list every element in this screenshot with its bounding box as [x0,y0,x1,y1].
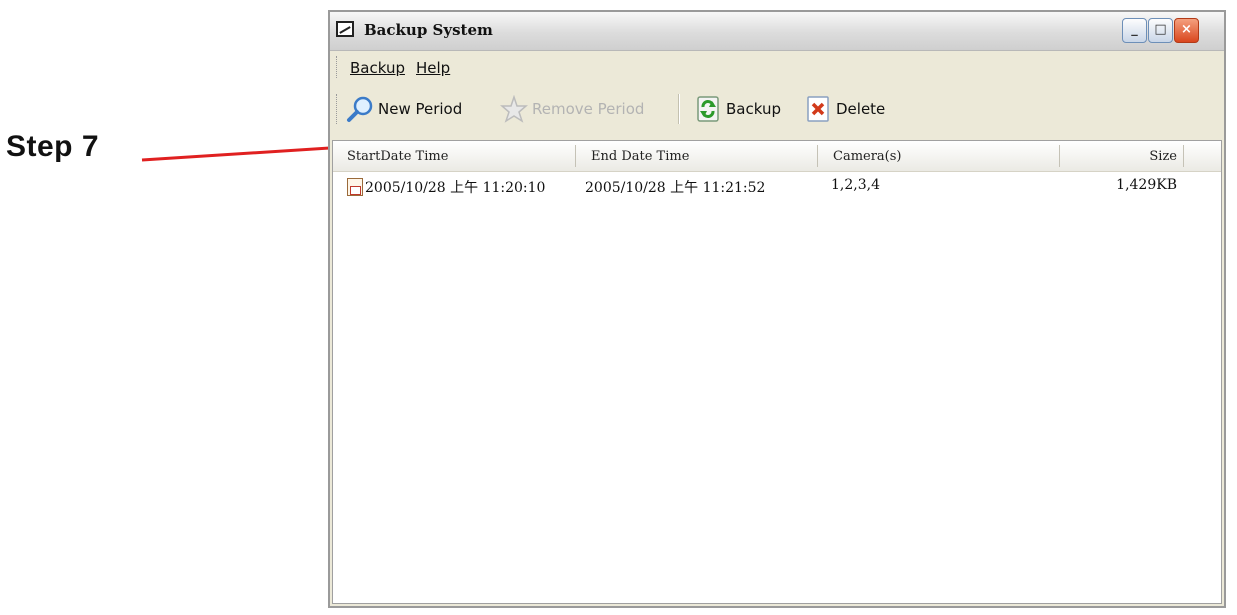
backup-file-icon [347,178,363,196]
column-divider[interactable] [1183,145,1184,167]
backup-system-window: Backup System _ □ × Backup Help New Peri… [328,10,1226,608]
list-header: StartDate Time End Date Time Camera(s) S… [333,141,1221,172]
delete-button[interactable]: Delete [804,92,885,126]
app-icon [336,21,354,37]
close-button[interactable]: × [1174,18,1199,43]
toolbar: New Period Remove Period Backup Delete [330,88,1224,132]
column-divider[interactable] [817,145,818,167]
menu-help[interactable]: Help [416,59,450,77]
star-icon [499,94,529,123]
column-header-size[interactable]: Size [1133,149,1177,164]
backup-button[interactable]: Backup [694,92,781,126]
size-cell: 1,429KB [1116,177,1177,193]
backup-period-list[interactable]: StartDate Time End Date Time Camera(s) S… [332,140,1222,604]
column-header-start[interactable]: StartDate Time [347,149,448,164]
end-date-cell: 2005/10/28 上午 11:21:52 [585,180,766,196]
delete-label: Delete [836,100,886,118]
toolbar-separator [678,94,680,124]
remove-period-button[interactable]: Remove Period [499,92,645,126]
minimize-button[interactable]: _ [1122,18,1147,43]
cameras-cell: 1,2,3,4 [831,177,880,193]
column-header-cameras[interactable]: Camera(s) [833,149,902,164]
table-row[interactable]: 2005/10/28 上午 11:20:10 2005/10/28 上午 11:… [333,175,1221,199]
menu-bar: Backup Help [330,52,1224,82]
maximize-button[interactable]: □ [1148,18,1173,43]
column-header-end[interactable]: End Date Time [591,149,689,164]
menu-help-label: Help [416,59,451,77]
new-period-label: New Period [378,100,463,118]
start-date-cell: 2005/10/28 上午 11:20:10 [365,180,546,196]
menu-backup-label: Backup [350,59,405,77]
column-divider[interactable] [1059,145,1060,167]
refresh-icon [694,95,722,123]
menu-backup[interactable]: Backup [350,59,405,77]
magnifier-icon [346,95,374,123]
menu-grip [336,56,340,78]
toolbar-grip [336,94,340,124]
backup-label: Backup [726,100,781,118]
title-bar[interactable]: Backup System _ □ × [330,12,1224,51]
new-period-button[interactable]: New Period [346,92,462,126]
column-divider[interactable] [575,145,576,167]
delete-icon [804,95,832,123]
window-title: Backup System [364,21,493,39]
remove-period-label: Remove Period [532,100,645,118]
